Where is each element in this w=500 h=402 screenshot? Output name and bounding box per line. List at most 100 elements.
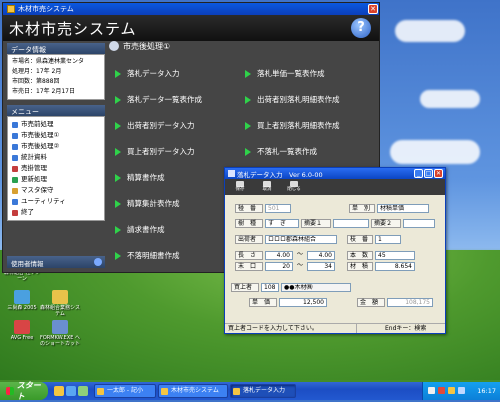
menu-item-utility[interactable]: ユーティリティ: [12, 196, 100, 207]
diameter-from-field[interactable]: 20: [265, 262, 293, 271]
task-bid-entry[interactable]: 落札データ入力: [230, 384, 296, 398]
shortcut-icon: [52, 320, 68, 334]
app-window-title: 木材市売システム: [18, 5, 74, 13]
shipper-field[interactable]: ロロロ郡森林組合: [265, 235, 337, 244]
cancel-button[interactable]: 取消: [254, 180, 280, 194]
status-hint: Endキー：検索: [385, 325, 427, 332]
species-field[interactable]: す ぎ: [265, 219, 299, 228]
btn-unit-price-list[interactable]: 落札単価一覧表作成: [245, 68, 325, 79]
minimize-icon[interactable]: _: [414, 169, 423, 178]
volume-icon[interactable]: [458, 387, 465, 394]
arrow-icon: [115, 121, 121, 130]
note1-field[interactable]: [333, 219, 369, 228]
app-shortcut-icon: [14, 290, 30, 304]
tray-icon[interactable]: [448, 387, 455, 394]
desktop-icon-avg[interactable]: AVG Free: [2, 320, 42, 341]
range-separator: ～: [297, 262, 304, 269]
tray-icon[interactable]: [428, 387, 435, 394]
quicklaunch-desktop-icon[interactable]: [78, 386, 88, 396]
maximize-icon[interactable]: □: [424, 169, 433, 178]
menu-item-post-process-1[interactable]: 市売後処理①: [12, 130, 100, 141]
desktop-icon-sanshomori[interactable]: 三尚森 2005: [2, 290, 42, 311]
menu-item-post-process-2[interactable]: 市売後処理②: [12, 141, 100, 152]
menu-item-label: マスタ保守: [21, 186, 54, 194]
arrow-icon: [245, 95, 251, 104]
btn-buyer-data-entry[interactable]: 買上者別データ入力: [115, 146, 195, 157]
diameter-label: 末 口: [235, 262, 263, 271]
length-to-field[interactable]: 4.00: [307, 251, 335, 260]
clock[interactable]: 16:17: [477, 387, 496, 395]
close-icon[interactable]: ✕: [368, 4, 378, 14]
unit-type-label: 単 別: [349, 204, 375, 213]
menu-item-icon: [12, 154, 18, 161]
help-button[interactable]: ?: [351, 18, 371, 38]
buyer-code-field[interactable]: 108: [261, 283, 279, 292]
wallpaper-cloud: [420, 90, 480, 108]
menu-item-pre-process[interactable]: 市売前処理: [12, 119, 100, 130]
task-app-icon: [97, 388, 104, 395]
close-icon[interactable]: ✕: [434, 169, 443, 178]
desktop-icon-label: 森林組合業務システム: [40, 305, 81, 317]
btn-shipper-data-entry[interactable]: 出荷者別データ入力: [115, 120, 195, 131]
close-button[interactable]: 閉じる: [281, 180, 307, 194]
sub-number-field[interactable]: 1: [375, 235, 401, 244]
menu-item-icon: [12, 132, 18, 139]
desktop-icons: 森林組合 社 Pゾーン 三尚森 2005 森林組合業務システム AVG Free…: [2, 270, 82, 380]
dialog-titlebar[interactable]: 落札データ入力 Ver 6.0-00 _ □ ✕: [225, 168, 445, 179]
lot-number-field[interactable]: 501: [265, 204, 291, 213]
arrow-icon: [245, 147, 251, 156]
task-ichitaro[interactable]: 一太郎 - 記小: [94, 384, 156, 398]
save-button[interactable]: 保存: [227, 180, 253, 194]
btn-unsold-list[interactable]: 不落札一覧表作成: [245, 146, 317, 157]
arrow-icon: [115, 147, 121, 156]
count-field[interactable]: 45: [375, 251, 415, 260]
arrow-icon: [245, 69, 251, 78]
menu-item-master[interactable]: マスタ保守: [12, 185, 100, 196]
note2-field[interactable]: [403, 219, 435, 228]
unit-type-field[interactable]: 材積単価: [377, 204, 429, 213]
task-mokuzai-system[interactable]: 木材市売システム: [158, 384, 228, 398]
info-market-date: 市売日：17年 2月17日: [12, 88, 75, 95]
length-from-field[interactable]: 4.00: [265, 251, 293, 260]
status-message: 買上者コードを入力して下さい。: [227, 324, 357, 333]
data-info-heading: データ情報: [7, 43, 105, 54]
volume-field[interactable]: 8.654: [375, 262, 415, 271]
menu-item-label: ユーティリティ: [21, 197, 66, 205]
task-app-icon: [161, 388, 168, 395]
shipper-label: 出荷者: [235, 235, 263, 244]
quicklaunch-folder-icon[interactable]: [54, 386, 64, 396]
amount-field: 108,175: [387, 298, 433, 307]
btn-settlement[interactable]: 精算書作成: [115, 172, 165, 183]
menu-list: 市売前処理 市売後処理① 市売後処理② 統計資料 売掛管理 更新処理 マスタ保守…: [7, 116, 105, 221]
btn-shipper-bid-detail[interactable]: 出荷者別落札明細表作成: [245, 94, 340, 105]
menu-item-receivables[interactable]: 売掛管理: [12, 163, 100, 174]
menu-item-icon: [12, 176, 18, 183]
diameter-to-field[interactable]: 34: [307, 262, 335, 271]
price-field[interactable]: 12,500: [279, 298, 327, 307]
dialog-window-icon: [228, 170, 235, 177]
menu-item-exit[interactable]: 終了: [12, 207, 100, 218]
desktop-icon-gyomu[interactable]: 森林組合業務システム: [40, 290, 80, 317]
sub-number-label: 枝 番: [347, 235, 373, 244]
btn-unsold-detail[interactable]: 不落明細書作成: [115, 250, 180, 261]
menu-item-update[interactable]: 更新処理: [12, 174, 100, 185]
menu-button-label: 精算集計表作成: [127, 199, 180, 208]
menu-item-statistics[interactable]: 統計資料: [12, 152, 100, 163]
user-info-label: 使用者情報: [11, 260, 44, 268]
btn-bid-data-list[interactable]: 落札データ一覧表作成: [115, 94, 202, 105]
btn-invoice[interactable]: 請求書作成: [115, 224, 165, 235]
btn-settlement-summary[interactable]: 精算集計表作成: [115, 198, 180, 209]
start-button[interactable]: スタート: [0, 381, 48, 401]
task-app-icon: [233, 388, 240, 395]
arrow-icon: [115, 173, 121, 182]
tray-icon[interactable]: [438, 387, 445, 394]
menu-item-label: 更新処理: [21, 175, 47, 183]
user-info-panel[interactable]: 使用者情報: [7, 256, 105, 268]
btn-bid-data-entry[interactable]: 落札データ入力: [115, 68, 180, 79]
app-titlebar[interactable]: 木材市売システム ✕: [3, 3, 379, 15]
desktop-icon-formkw[interactable]: FORMKW.EXE へのショートカット: [40, 320, 80, 347]
arrow-icon: [115, 251, 121, 260]
quicklaunch-ie-icon[interactable]: [66, 386, 76, 396]
btn-buyer-bid-detail[interactable]: 買上者別落札明細表作成: [245, 120, 340, 131]
arrow-icon: [245, 121, 251, 130]
